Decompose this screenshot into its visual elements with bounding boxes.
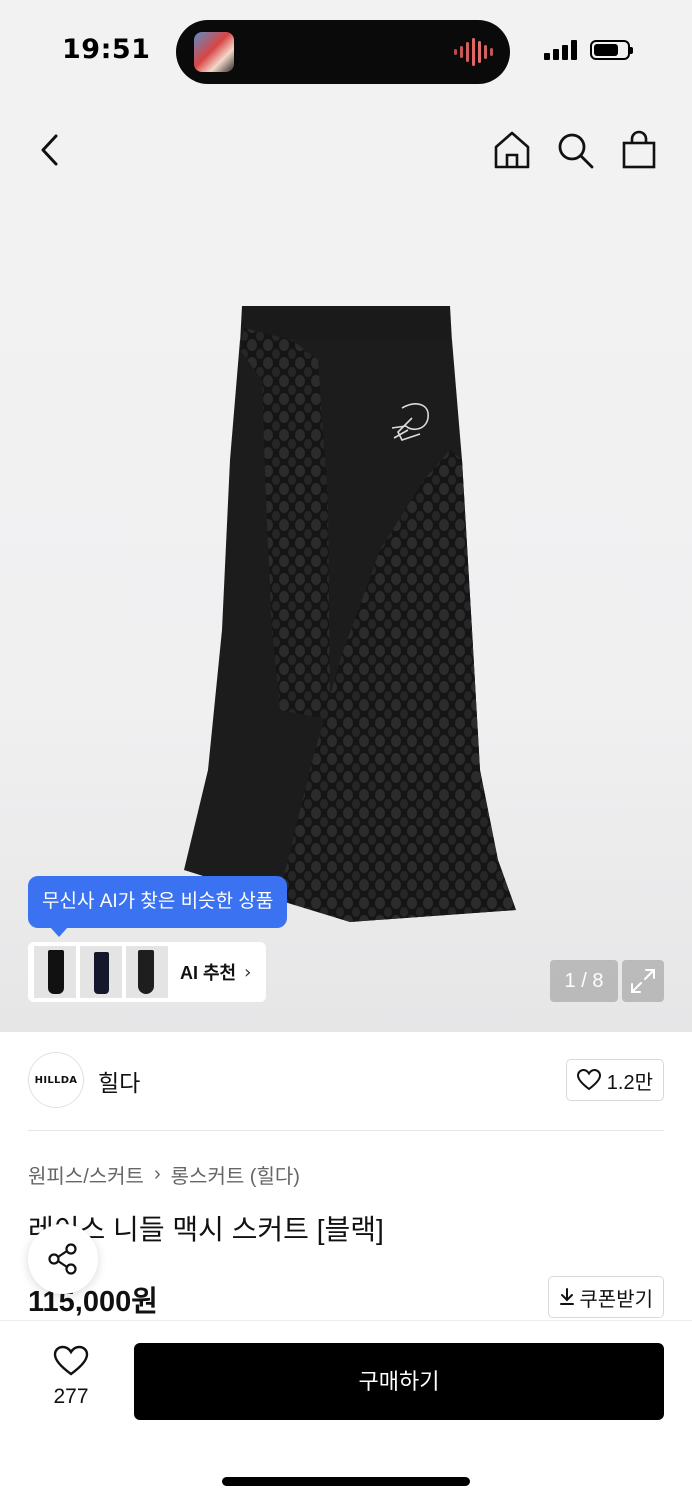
now-playing-thumbnail <box>194 32 234 72</box>
ai-recommendation-label: AI 추천 <box>180 963 237 983</box>
download-icon <box>560 1288 575 1305</box>
divider <box>28 1130 664 1131</box>
shopping-bag-icon <box>622 130 656 169</box>
brand-name[interactable]: 힐다 <box>98 1064 140 1098</box>
share-button[interactable] <box>28 1224 98 1294</box>
bottom-action-bar: 277 구매하기 <box>0 1320 692 1500</box>
ai-similar-thumbnail[interactable] <box>34 946 76 998</box>
ai-similar-thumbnail[interactable] <box>80 946 122 998</box>
home-indicator <box>222 1477 470 1486</box>
cart-button[interactable] <box>617 128 661 172</box>
coupon-button[interactable]: 쿠폰받기 <box>548 1276 664 1318</box>
expand-icon <box>631 969 655 993</box>
product-image-gallery[interactable]: 무신사 AI가 찾은 비슷한 상품 AI 추천 › 1 / 8 <box>0 200 692 1032</box>
brand-like-count: 1.2만 <box>606 1071 653 1094</box>
dynamic-island <box>176 20 510 84</box>
signal-icon <box>544 40 577 60</box>
breadcrumb-subcategory[interactable]: 롱스커트 (힐다) <box>171 1160 300 1189</box>
wishlist-count: 277 <box>53 1385 89 1408</box>
battery-icon <box>590 40 633 60</box>
chevron-left-icon <box>41 134 58 166</box>
audio-wave-icon <box>454 38 493 66</box>
ai-recommendation-card[interactable]: AI 추천 › <box>28 942 266 1002</box>
brand-row: HILLDA 힐다 1.2만 <box>28 1052 664 1110</box>
status-time: 19:51 <box>62 34 151 65</box>
ai-recommendation-tooltip: 무신사 AI가 찾은 비슷한 상품 <box>28 876 288 937</box>
buy-button[interactable]: 구매하기 <box>134 1343 664 1420</box>
home-button[interactable] <box>490 128 534 172</box>
breadcrumb: 원피스/스커트 › 롱스커트 (힐다) <box>28 1160 300 1189</box>
back-button[interactable] <box>28 128 72 172</box>
wishlist-button[interactable]: 277 <box>36 1345 106 1409</box>
ai-similar-thumbnail[interactable] <box>126 946 168 998</box>
expand-image-button[interactable] <box>622 960 664 1002</box>
image-counter: 1 / 8 <box>550 960 618 1002</box>
search-icon <box>558 133 594 169</box>
brand-like-button[interactable]: 1.2만 <box>565 1059 664 1101</box>
brand-logo[interactable]: HILLDA <box>28 1052 84 1108</box>
breadcrumb-category[interactable]: 원피스/스커트 <box>28 1160 144 1189</box>
home-icon <box>494 131 530 169</box>
search-button[interactable] <box>553 128 597 172</box>
chevron-right-icon: › <box>244 961 252 983</box>
status-icons <box>544 40 633 60</box>
status-bar: 19:51 <box>0 0 692 100</box>
chevron-right-icon: › <box>153 1163 161 1185</box>
product-image-skirt <box>184 306 516 922</box>
heart-icon <box>53 1345 89 1376</box>
heart-icon <box>576 1069 601 1091</box>
coupon-label: 쿠폰받기 <box>579 1288 653 1311</box>
top-navigation <box>0 100 692 200</box>
share-icon <box>48 1243 77 1275</box>
